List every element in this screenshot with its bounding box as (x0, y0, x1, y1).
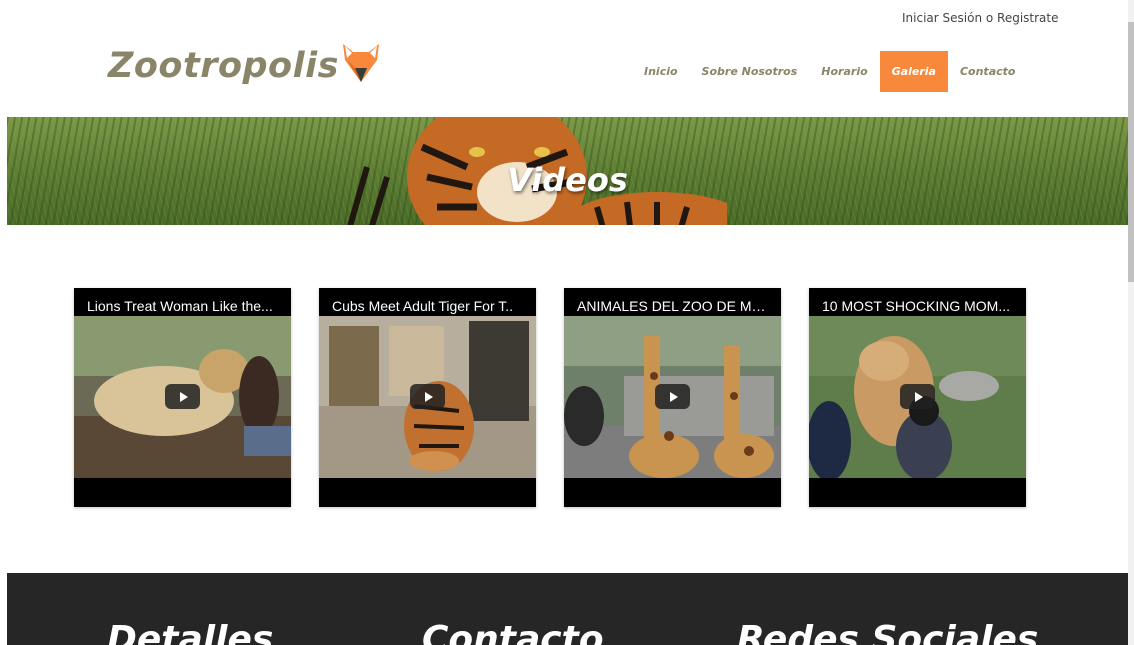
footer-heading-detalles: Detalles (107, 619, 274, 645)
video-card-lions[interactable]: Lions Treat Woman Like the... (74, 288, 291, 507)
page-scrollbar[interactable] (1128, 0, 1134, 645)
video-title[interactable]: Lions Treat Woman Like the... (74, 288, 291, 316)
logo-text: Zootropolis (108, 46, 339, 86)
nav-horario[interactable]: Horario (809, 51, 879, 92)
login-register-link[interactable]: Iniciar Sesión o Registrate (902, 11, 1058, 25)
site-logo[interactable]: Zootropolis (108, 44, 381, 86)
play-icon[interactable] (165, 384, 200, 409)
site-footer: Detalles Contacto Redes Sociales (7, 573, 1128, 645)
nav-galeria[interactable]: Galeria (879, 51, 948, 92)
nav-inicio[interactable]: Inicio (632, 51, 690, 92)
video-card-zoo[interactable]: ANIMALES DEL ZOO DE MA... (564, 288, 781, 507)
video-title[interactable]: 10 MOST SHOCKING MOM... (809, 288, 1026, 316)
video-card-cubs[interactable]: Cubs Meet Adult Tiger For T.. (319, 288, 536, 507)
page-title: Videos (507, 161, 628, 199)
nav-sobre-nosotros[interactable]: Sobre Nosotros (690, 51, 810, 92)
nav-contacto[interactable]: Contacto (948, 51, 1027, 92)
play-icon[interactable] (410, 384, 445, 409)
main-nav: Inicio Sobre Nosotros Horario Galeria Co… (632, 51, 1027, 92)
fox-icon (342, 44, 379, 82)
video-title[interactable]: Cubs Meet Adult Tiger For T.. (319, 288, 536, 316)
footer-heading-contacto: Contacto (422, 619, 604, 645)
play-icon[interactable] (900, 384, 935, 409)
video-card-shocking[interactable]: 10 MOST SHOCKING MOM... (809, 288, 1026, 507)
play-icon[interactable] (655, 384, 690, 409)
scrollbar-thumb[interactable] (1128, 22, 1134, 282)
video-title[interactable]: ANIMALES DEL ZOO DE MA... (564, 288, 781, 316)
page-banner: Videos (7, 117, 1128, 225)
footer-heading-redes-sociales: Redes Sociales (737, 619, 1039, 645)
